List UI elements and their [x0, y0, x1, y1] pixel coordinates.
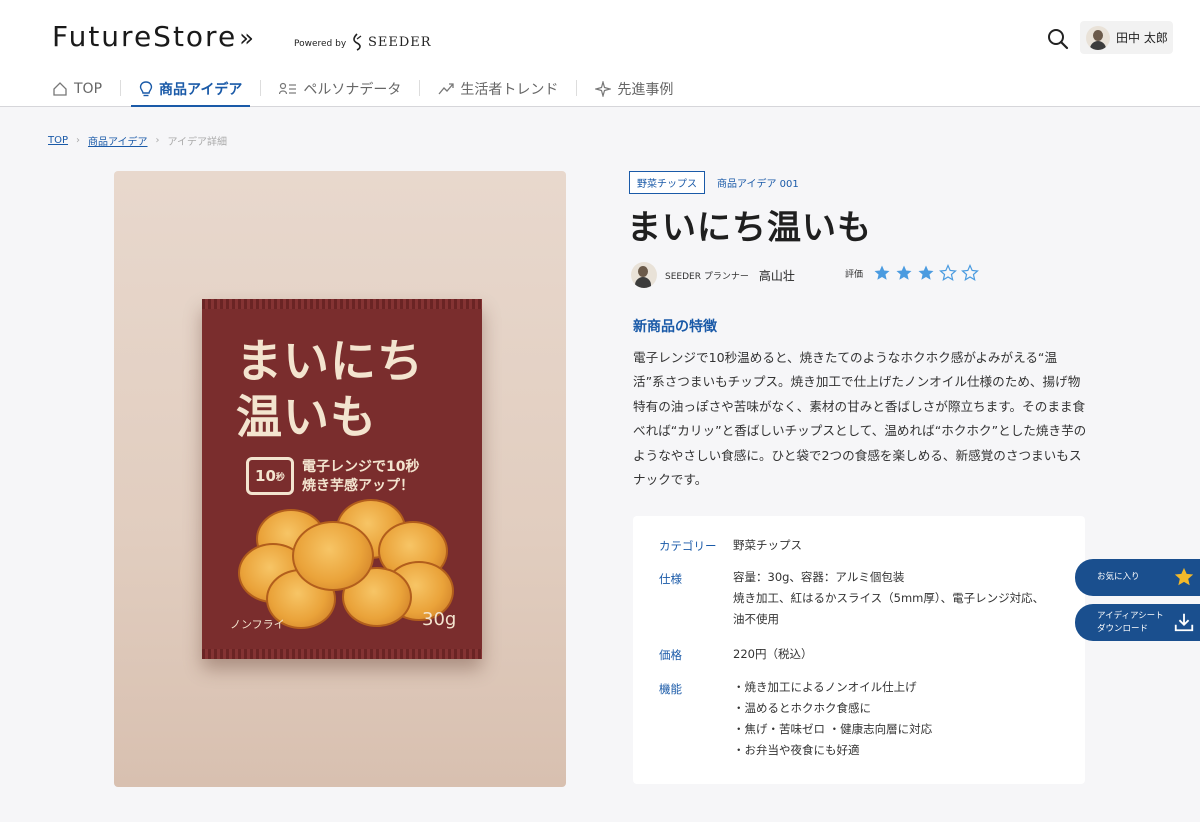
- main-nav: TOP 商品アイデア ペルソナデータ 生活者トレンド 先進事例: [52, 76, 673, 107]
- seeder-logo: SEEDER: [350, 33, 432, 51]
- category-tag[interactable]: 野菜チップス: [629, 171, 705, 194]
- favorite-label: お気に入り: [1097, 572, 1140, 582]
- persona-list-icon: [279, 82, 297, 95]
- nav-label: TOP: [74, 81, 103, 97]
- nav-item-product-ideas[interactable]: 商品アイデア: [130, 76, 251, 107]
- product-package: まいにち 温いも 10 秒 電子レンジで10秒 焼き芋感アップ！ ノンフライ 30…: [202, 299, 482, 659]
- breadcrumb-current: アイデア詳細: [167, 137, 228, 148]
- badge-unit: 秒: [275, 472, 285, 483]
- spec-row-function: 機能 ・焼き加工によるノンオイル仕上げ ・温めるとホクホク食感に ・焦げ・苦味ゼ…: [659, 680, 932, 761]
- logo-text: FutureStore: [52, 20, 238, 53]
- product-tags: 野菜チップス 商品アイデア 001: [629, 171, 799, 194]
- package-title-line: 温いも: [236, 390, 377, 444]
- rating-label: 評価: [845, 269, 864, 280]
- package-subtitle-line: 焼き芋感アップ！: [302, 478, 414, 494]
- spec-line: 油不使用: [733, 612, 779, 626]
- spec-row-spec: 仕様 容量：30g、容器：アルミ個包装 焼き加工、紅はるかスライス（5mm厚）、…: [659, 570, 1044, 630]
- nav-divider: [120, 80, 122, 96]
- chip: [292, 521, 374, 591]
- seeder-leaf-icon: [353, 33, 362, 51]
- logo-arrows: »: [239, 24, 254, 52]
- user-avatar: [1086, 25, 1110, 50]
- star-icon: [1174, 567, 1194, 586]
- spec-label: 価格: [659, 648, 682, 662]
- spec-value: ・焼き加工によるノンオイル仕上げ ・温めるとホクホク食感に ・焦げ・苦味ゼロ ・…: [733, 677, 932, 761]
- nav-item-persona-data[interactable]: ペルソナデータ: [279, 76, 401, 102]
- sparkle-icon: [595, 81, 612, 97]
- favorite-button[interactable]: お気に入り: [1075, 559, 1200, 596]
- nav-label: 生活者トレンド: [460, 82, 559, 98]
- spec-line: ・焦げ・苦味ゼロ ・健康志向層に対応: [733, 722, 933, 736]
- powered-by-label: Powered by: [294, 39, 347, 49]
- package-nonfry-label: ノンフライ: [230, 618, 285, 631]
- nav-divider: [419, 80, 421, 96]
- spec-line: ・焼き加工によるノンオイル仕上げ: [733, 680, 917, 694]
- planner-role: SEEDER プランナー: [665, 271, 749, 282]
- lightbulb-icon: [139, 80, 153, 96]
- nav-label: ペルソナデータ: [303, 82, 402, 98]
- spec-value: 野菜チップス: [733, 538, 802, 552]
- user-name: 田中 太郎: [1116, 31, 1168, 45]
- spec-card: カテゴリー 野菜チップス 仕様 容量：30g、容器：アルミ個包装 焼き加工、紅は…: [633, 516, 1085, 784]
- package-weight-label: 30g: [422, 609, 457, 630]
- spec-row-price: 価格 220円（税込）: [659, 647, 812, 663]
- site-header: FutureStore» Powered by SEEDER 田中 太郎 TOP: [0, 0, 1200, 107]
- spec-label: 仕様: [659, 572, 682, 586]
- product-title: まいにち温いも: [627, 208, 872, 248]
- package-subtitle: 電子レンジで10秒 焼き芋感アップ！: [302, 458, 472, 496]
- microwave-badge: 10 秒: [246, 457, 294, 495]
- spec-value: 容量：30g、容器：アルミ個包装 焼き加工、紅はるかスライス（5mm厚）、電子レ…: [733, 567, 1044, 630]
- star-empty-icon: [961, 264, 979, 281]
- star-filled-icon: [896, 265, 912, 280]
- spec-line: 焼き加工、紅はるかスライス（5mm厚）、電子レンジ対応、: [733, 591, 1045, 605]
- breadcrumb-link-product-ideas[interactable]: 商品アイデア: [88, 133, 148, 148]
- chevron-right-icon: ›: [155, 135, 160, 146]
- package-title-line: まいにち: [236, 334, 424, 388]
- star-empty-icon: [939, 264, 957, 281]
- planner-info: SEEDER プランナー 高山壮: [631, 262, 795, 288]
- download-label: アイディアシート ダウンロード: [1097, 610, 1164, 636]
- seeder-brand-text: SEEDER: [368, 34, 432, 50]
- spec-line: 容量：30g、容器：アルミ個包装: [733, 570, 905, 584]
- nav-divider: [576, 80, 578, 96]
- planner-name: 高山壮: [758, 268, 795, 283]
- spec-value: 220円（税込）: [733, 647, 813, 661]
- spec-line: ・お弁当や夜食にも好適: [733, 743, 860, 757]
- product-description: 電子レンジで10秒温めると、焼きたてのようなホクホク感がよみがえる“温活”系さつ…: [633, 350, 1087, 488]
- trend-icon: [438, 83, 454, 95]
- sweet-potato-chips-illustration: [236, 499, 454, 629]
- chevron-right-icon: ›: [76, 135, 81, 146]
- spec-line: ・温めるとホクホク食感に: [733, 701, 871, 715]
- spec-row-category: カテゴリー 野菜チップス: [659, 538, 802, 554]
- package-title: まいにち 温いも: [236, 333, 466, 445]
- download-label-line: ダウンロード: [1097, 623, 1149, 634]
- idea-id: 商品アイデア 001: [717, 179, 799, 190]
- download-icon: [1174, 613, 1194, 632]
- breadcrumb-link-top[interactable]: TOP: [48, 135, 68, 146]
- product-image: まいにち 温いも 10 秒 電子レンジで10秒 焼き芋感アップ！ ノンフライ 30…: [114, 171, 566, 787]
- spec-label: 機能: [659, 682, 682, 696]
- badge-number: 10: [255, 467, 276, 485]
- nav-item-advanced-cases[interactable]: 先進事例: [595, 76, 673, 102]
- star-filled-icon: [874, 265, 890, 280]
- nav-divider: [260, 80, 262, 96]
- breadcrumb: TOP › 商品アイデア › アイデア詳細: [48, 133, 227, 148]
- package-subtitle-line: 電子レンジで10秒: [302, 459, 420, 475]
- rating: 評価: [845, 264, 979, 282]
- nav-label: 先進事例: [617, 82, 674, 98]
- download-idea-sheet-button[interactable]: アイディアシート ダウンロード: [1075, 604, 1200, 641]
- nav-label: 商品アイデア: [159, 82, 243, 98]
- nav-item-consumer-trends[interactable]: 生活者トレンド: [438, 76, 558, 102]
- features-heading: 新商品の特徴: [633, 319, 717, 335]
- download-label-line: アイディアシート: [1097, 610, 1164, 621]
- search-icon[interactable]: [1046, 27, 1070, 51]
- star-filled-icon: [918, 265, 934, 280]
- spec-label: カテゴリー: [659, 539, 717, 553]
- user-menu-button[interactable]: 田中 太郎: [1080, 21, 1173, 54]
- planner-avatar: [631, 262, 657, 288]
- future-store-logo[interactable]: FutureStore»: [52, 20, 254, 53]
- nav-item-top[interactable]: TOP: [52, 76, 102, 102]
- home-icon: [53, 82, 67, 96]
